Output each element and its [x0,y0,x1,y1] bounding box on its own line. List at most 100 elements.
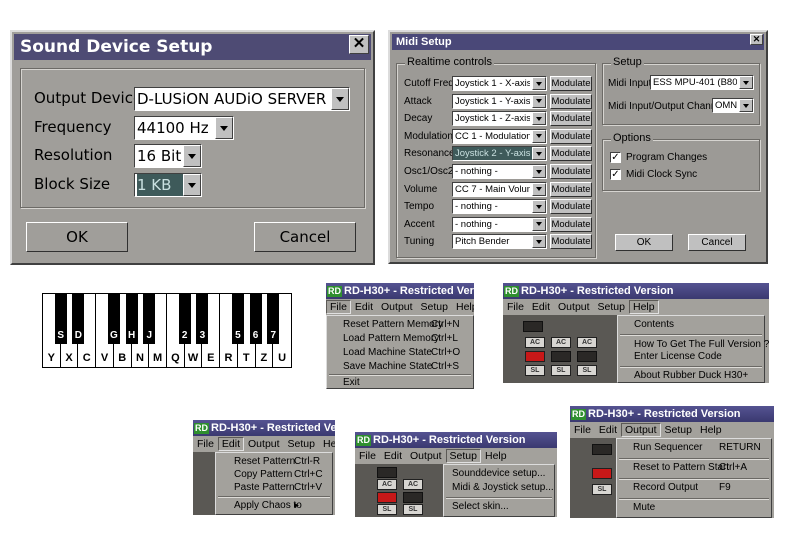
modulate-button[interactable]: Modulate [550,234,592,250]
menu-item[interactable]: Contents [618,318,764,332]
realtime-row-select[interactable]: Pitch Bender [452,234,547,250]
realtime-row-select[interactable]: - nothing - [452,199,547,215]
modulate-button[interactable]: Modulate [550,128,592,144]
menu-item[interactable]: About Rubber Duck H30+ [618,369,764,383]
menu-edit[interactable]: Edit [351,301,377,313]
menu-file[interactable]: File [326,300,351,314]
modulate-button[interactable]: Modulate [550,76,592,91]
realtime-row-select[interactable]: Joystick 1 - X-axis [452,76,547,91]
menu-help[interactable]: Help [319,438,335,450]
menu-setup[interactable]: Setup [284,438,319,450]
menu-item[interactable]: Save Machine State Ctrl+S [327,360,473,374]
realtime-row-select[interactable]: - nothing - [452,216,547,232]
realtime-row-select[interactable]: CC 7 - Main Volume [452,181,547,197]
cancel-button[interactable]: Cancel [688,234,746,251]
accent-button[interactable]: AC [551,337,571,348]
modulate-button[interactable]: Modulate [550,216,592,232]
menu-output[interactable]: Output [554,301,594,313]
menu-output[interactable]: Output [377,301,417,313]
resolution-select[interactable]: 16 Bit [134,144,202,168]
ok-button[interactable]: OK [615,234,673,251]
accent-button[interactable]: AC [403,479,423,490]
menu-help[interactable]: Help [481,450,511,462]
menu-item[interactable]: Reset to Pattern Start Ctrl+A [617,461,771,475]
white-key-label: R [224,352,233,364]
output-device-select[interactable]: D-LUSiON AUDiO SERVER [134,87,350,111]
menu-edit[interactable]: Edit [380,450,406,462]
menu-setup[interactable]: Setup [594,301,629,313]
ok-button[interactable]: OK [26,222,128,252]
menu-item[interactable]: Sounddevice setup... [444,467,554,481]
menu-item-shortcut: Ctrl+V [294,482,323,493]
program-changes-checkbox[interactable]: ✓ [610,152,621,163]
menu-file[interactable]: File [570,424,595,436]
slide-button[interactable]: SL [551,365,571,376]
menu-edit[interactable]: Edit [595,424,621,436]
slide-button[interactable]: SL [403,504,423,515]
chevron-down-icon [183,174,201,196]
menu-help[interactable]: Help [452,301,474,313]
close-icon[interactable]: ✕ [750,34,763,45]
midi-input-select[interactable]: ESS MPU-401 (B800) [650,75,754,90]
menu-setup[interactable]: Setup [661,424,696,436]
realtime-row-select[interactable]: Joystick 2 - Y-axis [452,146,547,162]
menu-item[interactable]: Load Machine State Ctrl+O [327,346,473,360]
menu-help[interactable]: Help [696,424,726,436]
menu-item[interactable]: Mute [617,501,771,515]
menu-item[interactable]: Enter License Code [618,350,764,364]
modulate-button[interactable]: Modulate [550,93,592,109]
accent-button[interactable]: AC [577,337,597,348]
menu-edit[interactable]: Edit [217,437,245,451]
menu-output[interactable]: Output [406,450,446,462]
slide-button[interactable]: SL [577,365,597,376]
realtime-row-select[interactable]: - nothing - [452,164,547,179]
menu-edit[interactable]: Edit [528,301,554,313]
menu-file[interactable]: File [355,450,380,462]
block-size-select[interactable]: 1 KB [134,173,202,197]
menu-item-shortcut: Ctrl+C [294,469,323,480]
chevron-down-icon [532,77,546,90]
slide-button[interactable]: SL [377,504,397,515]
dialog-title: Sound Device Setup [20,37,213,57]
menu-item[interactable]: Exit [327,376,473,389]
menu-help[interactable]: Help [629,300,659,314]
menu-file[interactable]: File [503,301,528,313]
modulate-button[interactable]: Modulate [550,181,592,197]
menu-setup[interactable]: Setup [445,449,481,463]
accent-button[interactable]: AC [377,479,397,490]
realtime-row-label: Accent [404,218,435,230]
keyboard-mapping-diagram: YXCVBNMQWERTZU SD GHJ 23 567 [42,293,292,368]
slide-button[interactable]: SL [525,365,545,376]
menu-item[interactable]: Reset Pattern Ctrl-R [216,455,332,469]
menu-output[interactable]: Output [244,438,284,450]
menu-item[interactable]: Midi & Joystick setup... [444,481,554,495]
slide-button[interactable]: SL [592,484,612,495]
menu-setup[interactable]: Setup [417,301,452,313]
modulate-button[interactable]: Modulate [550,111,592,127]
menu-item[interactable]: Reset Pattern Memory Ctrl+N [327,318,473,332]
menu-item[interactable]: Apply Chaos to ▸ [216,499,332,513]
menu-output[interactable]: Output [621,423,661,437]
cancel-button[interactable]: Cancel [254,222,356,252]
modulate-button[interactable]: Modulate [550,164,592,179]
realtime-row-select[interactable]: Joystick 1 - Y-axis [452,93,547,109]
close-icon[interactable]: ✕ [349,35,369,54]
menu-file[interactable]: File [193,438,218,450]
realtime-row-select[interactable]: Joystick 1 - Z-axis [452,111,547,127]
menu-item[interactable]: Copy Pattern Ctrl+C [216,468,332,482]
accent-button[interactable]: AC [525,337,545,348]
realtime-row-select[interactable]: CC 1 - Modulation [452,128,547,144]
menu-item-label: About Rubber Duck H30+ [634,370,749,381]
black-key: 7 [267,294,280,344]
menu-item[interactable]: Select skin... [444,500,554,514]
menu-item[interactable]: Record Output F9 [617,481,771,495]
midi-io-channel-select[interactable]: OMNI [712,98,754,113]
midi-clock-sync-checkbox[interactable]: ✓ [610,169,621,180]
menu-item[interactable]: Load Pattern Memory Ctrl+L [327,332,473,346]
modulate-button[interactable]: Modulate [550,199,592,215]
frequency-select[interactable]: 44100 Hz [134,116,234,140]
app-window-edit-menu: RDRD-H30+ - Restricted Versio FileEditOu… [193,420,335,515]
menu-item[interactable]: Paste Pattern Ctrl+V [216,481,332,495]
menu-item[interactable]: Run Sequencer RETURN [617,441,771,455]
modulate-button[interactable]: Modulate [550,146,592,162]
